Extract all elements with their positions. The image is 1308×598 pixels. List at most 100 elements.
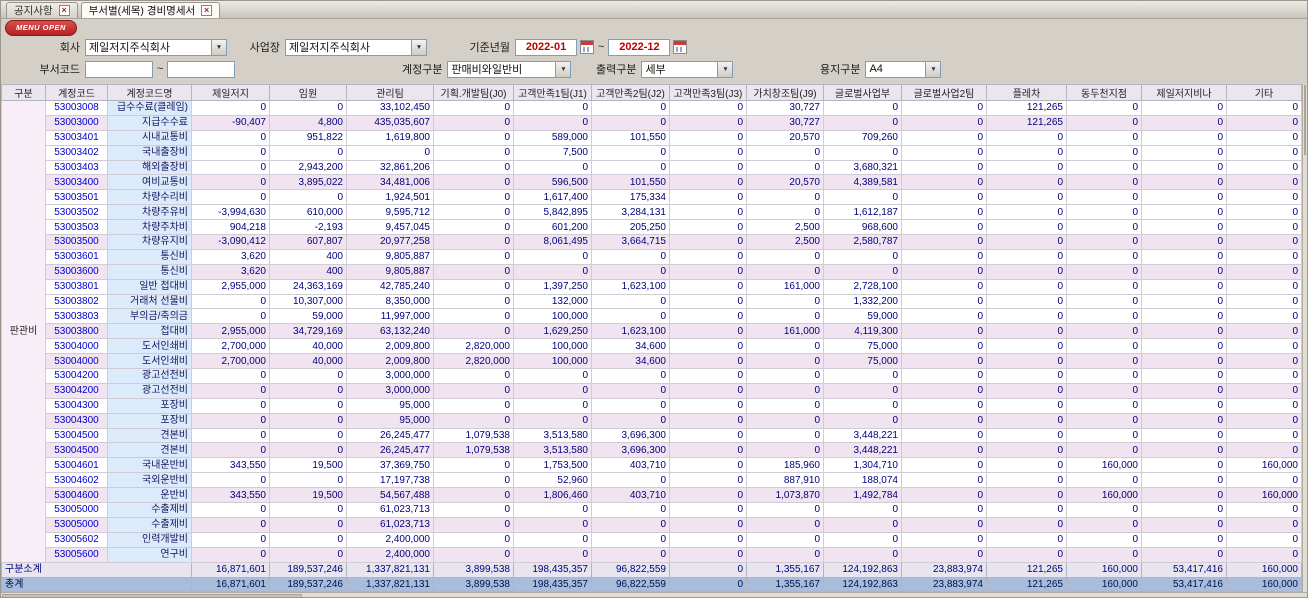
amount-cell[interactable]: 0 bbox=[1226, 353, 1302, 370]
amount-cell[interactable]: 0 bbox=[1066, 204, 1142, 221]
amount-cell[interactable]: 0 bbox=[346, 144, 434, 161]
amount-cell[interactable]: 63,132,240 bbox=[346, 323, 434, 340]
table-row[interactable]: 53004200 광고선전비 0 0 3,000,000 0 0 0 0 0 0 0 0 0 0 0 bbox=[2, 368, 1302, 384]
amount-cell[interactable]: 34,481,006 bbox=[346, 174, 434, 191]
amount-cell[interactable]: 3,284,131 bbox=[591, 204, 670, 221]
amount-cell[interactable]: 160,000 bbox=[1066, 487, 1142, 504]
account-code-cell[interactable]: 53003803 bbox=[45, 308, 108, 325]
amount-cell[interactable]: 0 bbox=[1226, 263, 1302, 280]
amount-cell[interactable]: 8,061,495 bbox=[513, 234, 592, 250]
amount-cell[interactable]: 0 bbox=[986, 442, 1067, 459]
amount-cell[interactable]: 0 bbox=[591, 100, 670, 116]
table-row[interactable]: 53003503 차량주차비 904,218 -2,193 9,457,045 0 601,… bbox=[2, 219, 1302, 236]
amount-cell[interactable]: 0 bbox=[433, 263, 514, 280]
amount-cell[interactable]: 0 bbox=[513, 382, 592, 399]
amount-cell[interactable]: 0 bbox=[433, 323, 514, 340]
footer-amount-cell[interactable]: 189,537,246 bbox=[269, 561, 347, 578]
amount-cell[interactable]: 3,513,580 bbox=[513, 442, 592, 459]
amount-cell[interactable]: 0 bbox=[591, 472, 670, 489]
amount-cell[interactable]: 100,000 bbox=[513, 308, 592, 325]
dept-code-from-input[interactable] bbox=[85, 60, 153, 78]
amount-cell[interactable]: 0 bbox=[433, 144, 514, 161]
amount-cell[interactable]: 0 bbox=[1141, 278, 1227, 295]
amount-cell[interactable]: 0 bbox=[191, 308, 270, 325]
amount-cell[interactable]: 0 bbox=[269, 100, 347, 116]
amount-cell[interactable]: 3,620 bbox=[191, 248, 270, 265]
amount-cell[interactable]: 0 bbox=[433, 100, 514, 116]
amount-cell[interactable]: 0 bbox=[591, 248, 670, 265]
amount-cell[interactable]: 1,304,710 bbox=[823, 457, 902, 474]
amount-cell[interactable]: 0 bbox=[191, 397, 270, 414]
amount-cell[interactable]: 0 bbox=[823, 397, 902, 414]
amount-cell[interactable]: 37,369,750 bbox=[346, 457, 434, 474]
amount-cell[interactable]: 0 bbox=[986, 457, 1067, 474]
account-name-cell[interactable]: 거래처 선물비 bbox=[107, 293, 192, 310]
amount-cell[interactable]: 2,580,787 bbox=[823, 234, 902, 250]
account-name-cell[interactable]: 연구비 bbox=[107, 546, 192, 563]
amount-cell[interactable]: 0 bbox=[746, 412, 824, 429]
amount-cell[interactable]: 121,265 bbox=[986, 100, 1067, 116]
amount-cell[interactable]: 607,807 bbox=[269, 234, 347, 250]
amount-cell[interactable]: 0 bbox=[591, 159, 670, 176]
amount-cell[interactable]: 0 bbox=[1141, 219, 1227, 236]
calendar-icon[interactable] bbox=[673, 40, 688, 54]
amount-cell[interactable]: 2,943,200 bbox=[269, 159, 347, 176]
grand-total-row[interactable]: 총계 16,871,601 189,537,246 1,337,821,131 3,89… bbox=[1, 576, 1302, 593]
amount-cell[interactable]: 0 bbox=[823, 516, 902, 533]
amount-cell[interactable]: 0 bbox=[513, 263, 592, 280]
amount-cell[interactable]: 0 bbox=[269, 412, 347, 429]
account-name-cell[interactable]: 차량수리비 bbox=[107, 189, 192, 206]
close-icon[interactable]: × bbox=[201, 5, 213, 16]
table-row[interactable]: 53004500 견본비 0 0 26,245,477 1,079,538 3,513,58… bbox=[2, 442, 1302, 459]
amount-cell[interactable]: 0 bbox=[823, 382, 902, 399]
amount-cell[interactable]: 0 bbox=[1226, 323, 1302, 340]
amount-cell[interactable]: 4,800 bbox=[269, 114, 347, 131]
amount-cell[interactable]: 0 bbox=[433, 114, 514, 131]
amount-cell[interactable]: 0 bbox=[669, 100, 747, 116]
account-name-cell[interactable]: 시내교통비 bbox=[107, 129, 192, 146]
amount-cell[interactable]: 0 bbox=[901, 189, 987, 206]
amount-cell[interactable]: 0 bbox=[1066, 397, 1142, 414]
amount-cell[interactable]: 0 bbox=[433, 248, 514, 265]
amount-cell[interactable]: 0 bbox=[269, 546, 347, 563]
amount-cell[interactable]: 0 bbox=[669, 368, 747, 384]
chevron-down-icon[interactable]: ▼ bbox=[411, 39, 426, 55]
amount-cell[interactable]: 0 bbox=[986, 412, 1067, 429]
table-row[interactable]: 53003500 차량유지비 -3,090,412 607,807 20,977,258… bbox=[2, 234, 1302, 250]
period-from-input[interactable]: 2022-01 bbox=[515, 38, 577, 56]
amount-cell[interactable]: 61,023,713 bbox=[346, 516, 434, 533]
amount-cell[interactable]: 0 bbox=[823, 412, 902, 429]
amount-cell[interactable]: 160,000 bbox=[1066, 457, 1142, 474]
footer-amount-cell[interactable]: 189,537,246 bbox=[269, 576, 347, 593]
amount-cell[interactable]: 0 bbox=[746, 502, 824, 518]
amount-cell[interactable]: 0 bbox=[901, 368, 987, 384]
footer-amount-cell[interactable]: 160,000 bbox=[1226, 561, 1302, 578]
amount-cell[interactable]: 0 bbox=[269, 442, 347, 459]
amount-cell[interactable]: 0 bbox=[433, 174, 514, 191]
amount-cell[interactable]: 0 bbox=[986, 204, 1067, 221]
account-name-cell[interactable]: 광고선전비 bbox=[107, 368, 192, 384]
account-code-cell[interactable]: 53003501 bbox=[45, 189, 108, 206]
amount-cell[interactable]: 435,035,607 bbox=[346, 114, 434, 131]
amount-cell[interactable]: 1,079,538 bbox=[433, 442, 514, 459]
amount-cell[interactable]: 0 bbox=[433, 129, 514, 146]
amount-cell[interactable]: 0 bbox=[513, 114, 592, 131]
amount-cell[interactable]: 887,910 bbox=[746, 472, 824, 489]
amount-cell[interactable]: 32,861,206 bbox=[346, 159, 434, 176]
amount-cell[interactable]: 0 bbox=[433, 531, 514, 548]
amount-cell[interactable]: 0 bbox=[591, 382, 670, 399]
amount-cell[interactable]: 0 bbox=[823, 502, 902, 518]
amount-cell[interactable]: 1,617,400 bbox=[513, 189, 592, 206]
amount-cell[interactable]: 0 bbox=[669, 412, 747, 429]
amount-cell[interactable]: 0 bbox=[823, 100, 902, 116]
amount-cell[interactable]: 0 bbox=[1066, 412, 1142, 429]
amount-cell[interactable]: 0 bbox=[746, 382, 824, 399]
table-row[interactable]: 53003802 거래처 선물비 0 10,307,000 8,350,000 0 132,… bbox=[2, 293, 1302, 310]
table-row[interactable]: 53003502 차량주유비 -3,994,630 610,000 9,595,712 0… bbox=[2, 204, 1302, 221]
amount-cell[interactable]: 0 bbox=[591, 293, 670, 310]
menu-open-button[interactable]: MENU OPEN bbox=[5, 20, 77, 36]
amount-cell[interactable]: 0 bbox=[269, 427, 347, 444]
amount-cell[interactable]: 0 bbox=[986, 427, 1067, 444]
table-row[interactable]: 53003801 일반 접대비 2,955,000 24,363,169 42,785,… bbox=[2, 278, 1302, 295]
amount-cell[interactable]: 0 bbox=[669, 546, 747, 563]
